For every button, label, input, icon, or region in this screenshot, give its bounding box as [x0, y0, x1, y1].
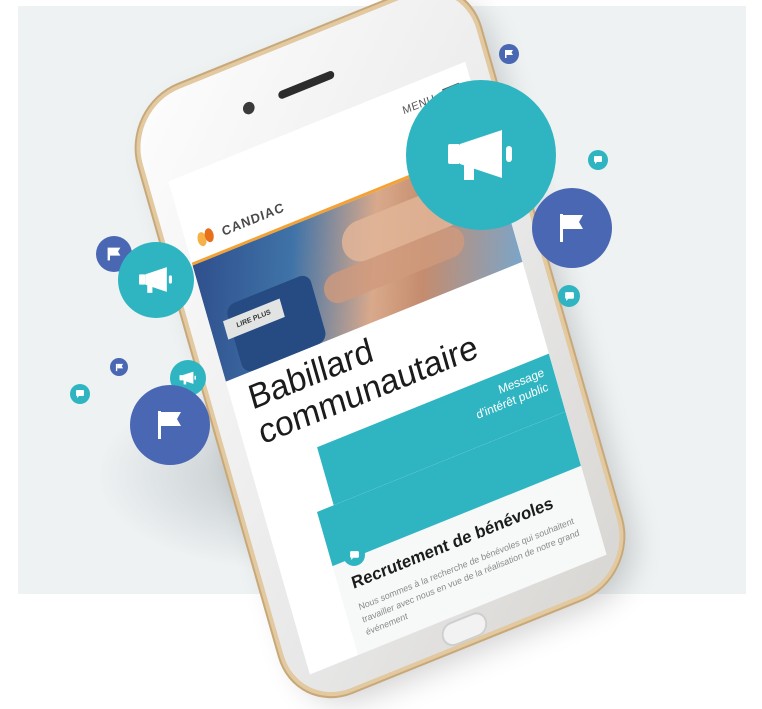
megaphone-badge-large: [406, 80, 556, 230]
megaphone-icon: [139, 267, 172, 293]
chat-badge-bottom: [343, 544, 365, 566]
flag-icon: [560, 214, 583, 242]
flag-badge-bottom-left: [130, 385, 210, 465]
chat-icon: [349, 550, 359, 560]
flag-badge-tiny-left: [110, 358, 128, 376]
chat-icon: [594, 156, 602, 164]
chat-icon: [564, 291, 574, 301]
logo-mark-icon: [195, 226, 219, 249]
flag-icon: [158, 411, 181, 439]
megaphone-badge-left: [118, 242, 194, 318]
flag-badge-right: [532, 188, 612, 268]
flag-badge-small-top: [499, 44, 519, 64]
megaphone-icon: [448, 130, 512, 180]
flag-icon: [107, 247, 121, 261]
chat-icon: [76, 390, 84, 398]
chat-badge-top-right: [588, 150, 608, 170]
chat-badge-far-left: [70, 384, 90, 404]
megaphone-icon: [179, 371, 196, 385]
chat-badge-right: [558, 285, 580, 307]
earpiece-speaker: [277, 69, 336, 101]
front-camera: [241, 100, 257, 117]
flag-icon: [115, 363, 123, 371]
flag-icon: [505, 50, 513, 58]
